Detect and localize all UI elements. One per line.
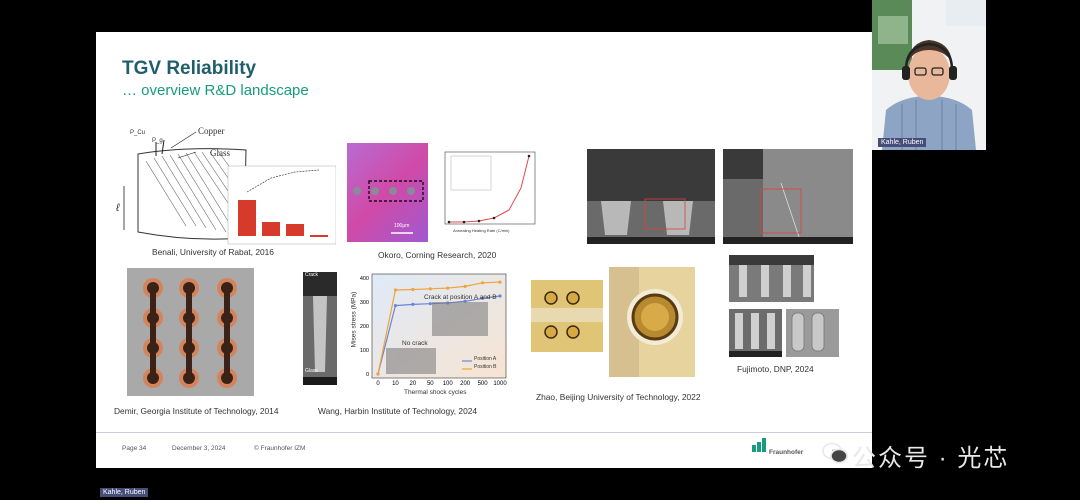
data-point (428, 302, 432, 306)
y-tick-label: 100 (360, 348, 369, 354)
wang-annot-crack: Crack at position A and B (424, 294, 497, 301)
okoro-scale-label: 100μm (394, 223, 410, 229)
wang-crack-label: Crack (305, 272, 319, 278)
x-tick-label: 20 (410, 381, 417, 387)
caption-okoro: Okoro, Corning Research, 2020 (378, 250, 497, 260)
wang-legend-b: Position B (474, 364, 497, 370)
x-tick-label: 1000 (493, 381, 507, 387)
zhao-micrograph-large (609, 267, 695, 377)
okoro-xlabel: Annealing Heating Rate (C/min) (453, 228, 510, 233)
wang-xlabel: Thermal shock cycles (404, 389, 467, 396)
data-point (446, 286, 450, 290)
slide-title: TGV Reliability (122, 58, 257, 79)
data-point (498, 280, 502, 284)
pg-label: P_g (152, 138, 163, 144)
x-tick-label: 100 (443, 381, 454, 387)
benali-figure: Copper Glass P_Cu P_g ℓ (116, 126, 336, 246)
presenter-name-tag: Kahle, Ruben (100, 488, 149, 497)
x-tick-label: 10 (392, 381, 399, 387)
caption-wang: Wang, Harbin Institute of Technology, 20… (318, 406, 478, 416)
y-tick-label: 400 (360, 276, 369, 282)
caption-fujimoto: Fujimoto, DNP, 2024 (737, 364, 814, 374)
wang-annot-nocrack: No crack (402, 340, 428, 347)
data-point (428, 287, 432, 291)
participant-video[interactable] (872, 0, 986, 150)
glass-label: Glass (210, 148, 230, 158)
caption-demir: Demir, Georgia Institute of Technology, … (114, 406, 279, 416)
sem-image-1 (587, 149, 715, 244)
x-tick-label: 200 (460, 381, 471, 387)
footer-date: December 3, 2024 (172, 445, 226, 452)
fraunhofer-logo-icon (752, 438, 766, 452)
okoro-micrograph: 100μm (347, 143, 428, 242)
presentation-slide: TGV Reliability … overview R&D landscape (96, 32, 872, 468)
slide-footer: Page 34 December 3, 2024 © Fraunhofer IZ… (96, 432, 872, 468)
data-point (393, 304, 398, 308)
data-point (411, 287, 415, 292)
okoro-chart: Annealing Heating Rate (C/min) (429, 148, 539, 240)
x-tick-label: 500 (478, 381, 489, 387)
demir-photo (127, 268, 254, 396)
zhao-micrograph-small (531, 280, 603, 352)
pcu-label: P_Cu (130, 130, 146, 136)
wang-legend-a: Position A (474, 356, 497, 362)
data-point (480, 281, 485, 285)
fujimoto-sem-3 (786, 309, 839, 357)
caption-zhao: Zhao, Beijing University of Technology, … (536, 392, 701, 402)
logo-name: Fraunhofer (769, 449, 804, 456)
slide-subtitle: … overview R&D landscape (122, 82, 309, 99)
footer-copyright: © Fraunhofer IZM (254, 445, 306, 452)
x-tick-label: 50 (427, 381, 434, 387)
copper-label: Copper (198, 126, 225, 136)
wang-glass-label: Glass (305, 368, 318, 374)
caption-benali: Benali, University of Rabat, 2016 (152, 247, 274, 257)
fujimoto-sem-2 (729, 309, 782, 357)
wang-ylabel: Mises stress (MPa) (350, 291, 358, 348)
mises-stress-chart: 0 10 20 50 100 200 500 1000 0 100 200 300 400 (360, 273, 507, 387)
fujimoto-sem-1 (729, 255, 814, 302)
wang-chart: 0 10 20 50 100 200 500 1000 0 100 200 300 400 Mises … (342, 270, 512, 400)
watermark-text: 公众号 · 光芯 (852, 445, 1010, 472)
y-tick-label: 200 (360, 324, 369, 330)
ell-label: ℓ (116, 202, 120, 214)
data-point (411, 302, 415, 306)
wechat-icon (822, 442, 848, 464)
data-point (498, 294, 502, 298)
sem-image-2 (723, 149, 853, 244)
data-point (376, 372, 380, 376)
data-point (393, 288, 398, 292)
footer-page: Page 34 (122, 445, 147, 452)
y-tick-label: 0 (366, 372, 369, 378)
y-tick-label: 300 (360, 300, 369, 306)
data-point (463, 284, 467, 288)
participant-name-tag: Kahle, Ruben (878, 138, 927, 147)
x-tick-label: 0 (376, 381, 380, 387)
wang-sem-column: Crack Glass (303, 272, 337, 385)
